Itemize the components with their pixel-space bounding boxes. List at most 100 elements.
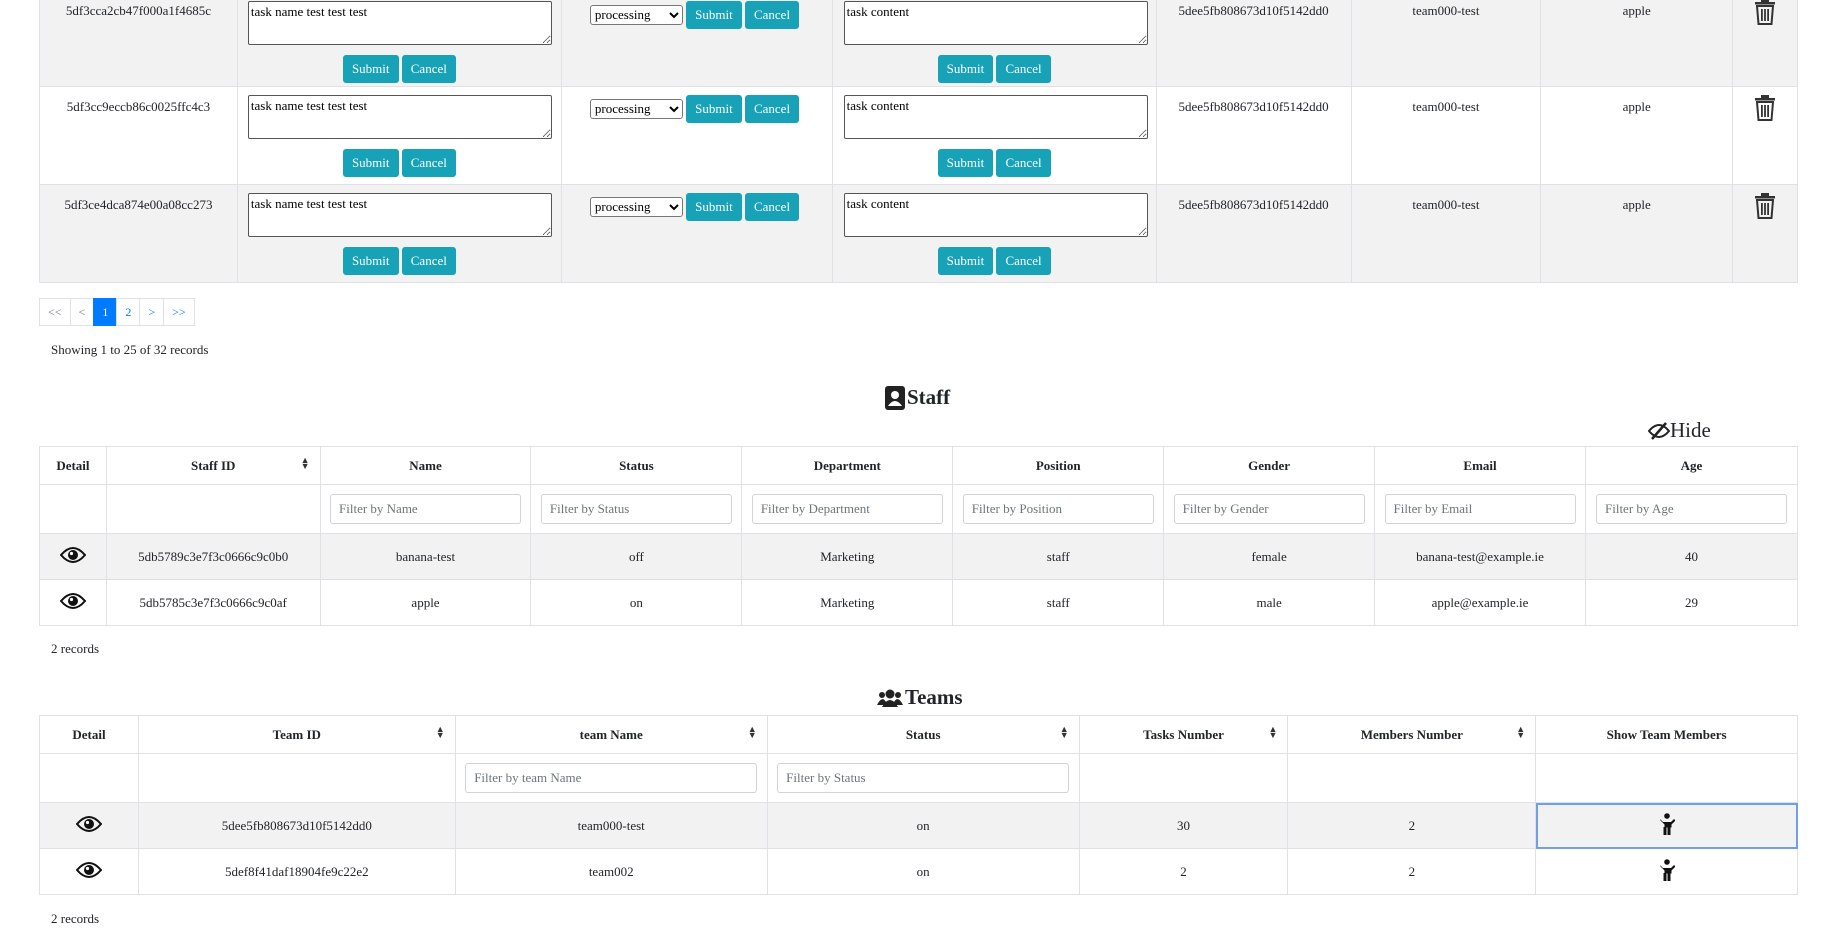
filter-team-name-input[interactable] (465, 763, 758, 793)
page-last-link[interactable]: >> (163, 298, 195, 326)
trash-icon[interactable] (1754, 193, 1776, 219)
task-status-submit-button[interactable]: Submit (686, 193, 742, 221)
task-status-cancel-button[interactable]: Cancel (744, 193, 800, 221)
table-row: 5df3ce4dca874e00a08cc273 task name test … (39, 184, 1798, 283)
task-team-id-cell: 5dee5fb808673d10f5142dd0 (1155, 0, 1352, 87)
team-members: 2 (1287, 802, 1537, 849)
task-name-cell: task name test test test Submit Cancel (236, 0, 562, 87)
task-name-cancel-button[interactable]: Cancel (401, 55, 456, 83)
child-icon[interactable] (1659, 858, 1676, 881)
empty-cell (1535, 753, 1798, 803)
task-id-cell: 5df3cca2cb47f000a1f4685c (39, 0, 238, 87)
task-status-submit-button[interactable]: Submit (686, 95, 742, 123)
task-name-input[interactable]: task name test test test (247, 95, 552, 139)
sort-icon[interactable]: ▲ ▼ (1516, 725, 1525, 740)
filter-cell (766, 753, 1080, 803)
filter-email-input[interactable] (1384, 494, 1576, 524)
filter-status-input[interactable] (540, 494, 732, 524)
task-content-submit-button[interactable]: Submit (937, 149, 994, 177)
col-tasks-number[interactable]: Tasks Number ▲ ▼ (1078, 715, 1289, 754)
page-2-link[interactable]: 2 (116, 298, 141, 326)
staff-table: Detail Staff ID ▲ ▼ Name Status Department… (39, 446, 1799, 626)
task-delete-cell (1732, 86, 1798, 185)
eye-icon[interactable] (75, 815, 103, 833)
staff-name: banana-test (319, 533, 532, 580)
show-members-cell[interactable] (1535, 848, 1798, 895)
hide-toggle[interactable]: Hide (1648, 418, 1711, 443)
sort-icon[interactable]: ▲ ▼ (748, 725, 757, 740)
staff-status: off (530, 533, 743, 580)
filter-cell (952, 484, 1165, 534)
task-content-input[interactable]: task content (843, 1, 1148, 45)
task-member-cell: apple (1540, 184, 1734, 283)
task-content-cancel-button[interactable]: Cancel (996, 247, 1051, 275)
eye-icon[interactable] (59, 546, 87, 564)
team-name: team000-test (454, 802, 768, 849)
page-first-link[interactable]: << (39, 298, 71, 326)
staff-status: on (530, 579, 743, 626)
col-team-name[interactable]: team Name ▲ ▼ (454, 715, 768, 754)
child-icon[interactable] (1659, 812, 1676, 835)
task-name-cancel-button[interactable]: Cancel (401, 247, 456, 275)
table-row: 5df3cc9eccb86c0025ffc4c3 task name test … (39, 86, 1798, 185)
filter-age-input[interactable] (1595, 494, 1787, 524)
task-content-input[interactable]: task content (843, 193, 1148, 237)
task-status-select[interactable]: processing (589, 98, 683, 119)
col-staff-id[interactable]: Staff ID ▲ ▼ (105, 446, 321, 485)
task-team-id-cell: 5dee5fb808673d10f5142dd0 (1155, 86, 1352, 185)
sort-icon[interactable]: ▲ ▼ (301, 456, 310, 471)
show-members-cell[interactable] (1535, 802, 1798, 849)
task-name-submit-button[interactable]: Submit (342, 247, 399, 275)
task-name-input[interactable]: task name test test test (247, 193, 552, 237)
task-name-cancel-button[interactable]: Cancel (401, 149, 456, 177)
task-team-id-cell: 5dee5fb808673d10f5142dd0 (1155, 184, 1352, 283)
filter-team-status-input[interactable] (777, 763, 1070, 793)
col-detail: Detail (39, 446, 107, 485)
task-content-cancel-button[interactable]: Cancel (996, 55, 1051, 83)
col-team-id[interactable]: Team ID ▲ ▼ (137, 715, 456, 754)
col-members-number[interactable]: Members Number ▲ ▼ (1287, 715, 1537, 754)
empty-cell (1287, 753, 1537, 803)
task-content-cancel-button[interactable]: Cancel (996, 149, 1051, 177)
page-1-link[interactable]: 1 (93, 298, 118, 326)
sort-icon[interactable]: ▲ ▼ (436, 725, 445, 740)
task-name-submit-button[interactable]: Submit (342, 55, 399, 83)
sort-icon[interactable]: ▲ ▼ (1060, 725, 1069, 740)
filter-position-input[interactable] (962, 494, 1154, 524)
page-prev-link[interactable]: < (69, 298, 95, 326)
staff-gender: male (1163, 579, 1376, 626)
task-team: team000-test (1412, 99, 1480, 114)
trash-icon[interactable] (1754, 0, 1776, 25)
task-status-submit-button[interactable]: Submit (686, 1, 742, 29)
staff-title: Staff (907, 385, 951, 409)
col-staff-id-label: Staff ID (190, 457, 236, 473)
task-member: apple (1622, 99, 1651, 114)
eye-icon[interactable] (75, 861, 103, 879)
filter-cell (1374, 484, 1586, 534)
task-status-cancel-button[interactable]: Cancel (744, 1, 800, 29)
filter-name-input[interactable] (330, 494, 521, 524)
task-name-submit-button[interactable]: Submit (342, 149, 399, 177)
teams-table: Detail Team ID ▲ ▼ team Name ▲ ▼ Status ▲ ▼ Ta… (39, 715, 1798, 895)
task-name-input[interactable]: task name test test test (247, 1, 552, 45)
table-row: 5dee5fb808673d10f5142dd0 team000-test on… (39, 802, 1798, 849)
filter-gender-input[interactable] (1173, 494, 1365, 524)
task-status-cancel-button[interactable]: Cancel (744, 95, 800, 123)
eye-icon[interactable] (59, 592, 87, 610)
task-content-input[interactable]: task content (843, 95, 1148, 139)
filter-department-input[interactable] (751, 494, 943, 524)
sort-icon[interactable]: ▲ ▼ (1269, 725, 1278, 740)
filter-cell (530, 484, 743, 534)
empty-cell (137, 753, 456, 803)
user-badge-icon (885, 385, 905, 410)
task-name-cell: task name test test test Submit Cancel (236, 86, 562, 185)
table-row: 5def8f41daf18904fe9c22e2 team002 on 2 2 (39, 848, 1798, 895)
col-detail: Detail (39, 715, 139, 754)
task-content-submit-button[interactable]: Submit (937, 247, 994, 275)
task-content-submit-button[interactable]: Submit (937, 55, 994, 83)
trash-icon[interactable] (1754, 95, 1776, 121)
page-next-link[interactable]: > (139, 298, 165, 326)
col-status[interactable]: Status ▲ ▼ (766, 715, 1080, 754)
task-status-select[interactable]: processing (589, 4, 683, 25)
task-status-select[interactable]: processing (589, 196, 683, 217)
